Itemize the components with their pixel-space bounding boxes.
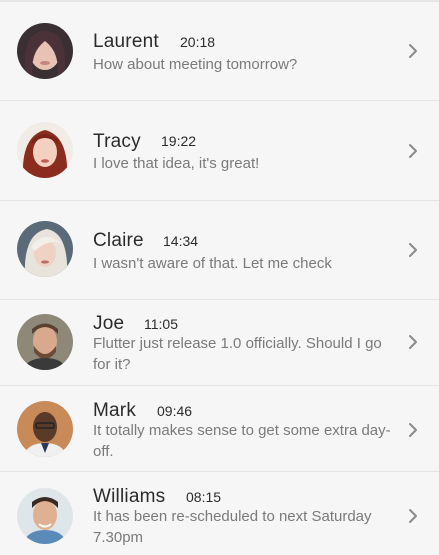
contact-name: Joe [93,313,125,334]
message-time: 19:22 [161,133,197,149]
conversation-row-laurent[interactable]: Laurent 20:18 How about meeting tomorrow… [0,0,439,101]
laurent-avatar [17,23,73,79]
message-preview: Flutter just release 1.0 officially. Sho… [93,335,382,373]
message-preview: How about meeting tomorrow? [93,56,298,73]
conversation-row-claire[interactable]: Claire 14:34 I wasn't aware of that. Let… [0,201,439,300]
message-preview: I wasn't aware of that. Let me check [93,255,332,272]
contact-name: Tracy [93,131,141,152]
conversation-row-williams[interactable]: Williams 08:15 It has been re-scheduled … [0,472,439,555]
conversation-list: Laurent 20:18 How about meeting tomorrow… [0,0,439,555]
chevron-right-icon[interactable] [405,143,421,159]
joe-avatar [17,314,73,370]
message-time: 09:46 [157,403,193,419]
chevron-right-icon[interactable] [405,422,421,438]
conversation-row-mark[interactable]: Mark 09:46 It totally makes sense to get… [0,386,439,472]
message-time: 08:15 [186,489,222,505]
williams-avatar [17,488,73,544]
chevron-right-icon[interactable] [405,334,421,350]
mark-avatar [17,401,73,457]
message-time: 14:34 [163,233,199,249]
contact-name: Claire [93,230,144,251]
chevron-right-icon[interactable] [405,242,421,258]
message-time: 11:05 [144,316,178,332]
message-preview: It has been re-scheduled to next Saturda… [93,508,372,546]
message-time: 20:18 [180,34,216,50]
conversation-row-joe[interactable]: Joe 11:05 Flutter just release 1.0 offic… [0,300,439,386]
chevron-right-icon[interactable] [405,508,421,524]
message-preview: It totally makes sense to get some extra… [93,422,391,460]
tracy-avatar [17,122,73,178]
chevron-right-icon[interactable] [405,43,421,59]
claire-avatar [17,221,73,277]
contact-name: Mark [93,400,137,421]
contact-name: Laurent [93,31,159,52]
message-preview: I love that idea, it's great! [93,155,260,172]
conversation-row-tracy[interactable]: Tracy 19:22 I love that idea, it's great… [0,101,439,201]
contact-name: Williams [93,486,166,507]
